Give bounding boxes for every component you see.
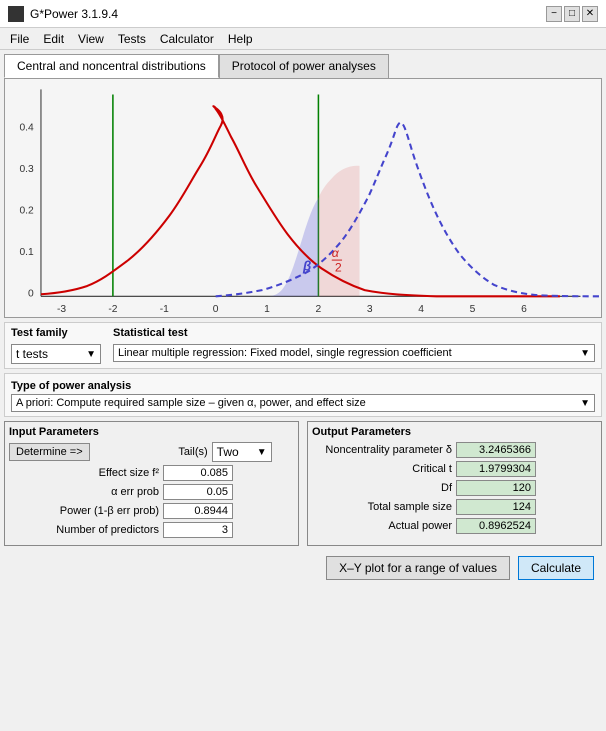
svg-text:-2: -2 [108,304,117,315]
svg-text:5: 5 [470,304,476,315]
power-label: Power (1-β err prob) [49,505,159,517]
menu-file[interactable]: File [4,30,35,48]
svg-text:α: α [332,246,340,260]
predictors-row: Number of predictors 3 [9,522,294,538]
distribution-chart: 0 0.1 0.2 0.3 0.4 -3 -2 -1 0 1 2 3 4 5 6 [5,79,601,317]
app-title: G*Power 3.1.9.4 [30,7,118,21]
svg-text:0: 0 [213,304,219,315]
alpha-err-row: α err prob 0.05 [9,484,294,500]
close-button[interactable]: ✕ [582,6,598,22]
input-params-title: Input Parameters [9,426,294,438]
df-label: Df [312,482,452,494]
tails-arrow-icon: ▼ [257,447,267,458]
tab-distributions[interactable]: Central and noncentral distributions [4,54,219,78]
total-sample-row: Total sample size 124 [312,499,597,515]
tails-dropdown[interactable]: Two ▼ [212,442,272,462]
critical-t-out-label: Critical t [312,463,452,475]
svg-text:1: 1 [264,304,270,315]
calculate-button[interactable]: Calculate [518,556,594,580]
test-selection-section: Test family t tests ▼ Statistical test L… [4,322,602,369]
svg-text:0.1: 0.1 [19,247,34,258]
total-sample-label: Total sample size [312,501,452,513]
svg-text:2: 2 [335,260,342,274]
df-value: 120 [456,480,536,496]
svg-text:0.3: 0.3 [19,164,34,175]
menu-tests[interactable]: Tests [112,30,152,48]
svg-text:2: 2 [316,304,322,315]
test-family-label: Test family [11,327,101,339]
tab-protocol[interactable]: Protocol of power analyses [219,54,389,78]
actual-power-label: Actual power [312,520,452,532]
test-family-dropdown[interactable]: t tests ▼ [11,344,101,364]
df-row: Df 120 [312,480,597,496]
main-content: Central and noncentral distributions Pro… [0,50,606,590]
power-analysis-section: Type of power analysis A priori: Compute… [4,373,602,417]
chart-area: critical t = 1.97993 0 0.1 0.2 0.3 0.4 -… [4,78,602,318]
effect-size-label: Effect size f² [49,467,159,479]
maximize-button[interactable]: □ [564,6,580,22]
predictors-label: Number of predictors [49,524,159,536]
svg-text:0.2: 0.2 [19,205,34,216]
effect-size-row: Effect size f² 0.085 [9,465,294,481]
noncentrality-value: 3.2465366 [456,442,536,458]
window-controls: − □ ✕ [546,6,598,22]
svg-text:β: β [302,258,311,273]
parameters-section: Input Parameters Determine => Tail(s) Tw… [4,421,602,546]
input-parameters-panel: Input Parameters Determine => Tail(s) Tw… [4,421,299,546]
critical-t-out-value: 1.9799304 [456,461,536,477]
svg-text:-3: -3 [57,304,66,315]
svg-text:0.4: 0.4 [19,123,34,134]
svg-text:0: 0 [28,288,34,299]
statistical-test-label: Statistical test [113,327,595,339]
actual-power-value: 0.8962524 [456,518,536,534]
noncentrality-label: Noncentrality parameter δ [312,444,452,456]
alpha-err-label: α err prob [49,486,159,498]
svg-text:6: 6 [521,304,527,315]
tails-label: Tail(s) [98,446,208,458]
actual-power-row: Actual power 0.8962524 [312,518,597,534]
xy-plot-button[interactable]: X–Y plot for a range of values [326,556,510,580]
stat-test-arrow-icon: ▼ [580,348,590,359]
power-analysis-dropdown[interactable]: A priori: Compute required sample size –… [11,394,595,412]
tabs-row: Central and noncentral distributions Pro… [4,54,602,78]
determine-button[interactable]: Determine => [9,443,94,461]
power-row: Power (1-β err prob) 0.8944 [9,503,294,519]
svg-text:4: 4 [418,304,424,315]
power-input[interactable]: 0.8944 [163,503,233,519]
power-type-arrow-icon: ▼ [580,398,590,409]
app-icon [8,6,24,22]
output-params-title: Output Parameters [312,426,597,438]
menu-help[interactable]: Help [222,30,259,48]
svg-text:3: 3 [367,304,373,315]
total-sample-value: 124 [456,499,536,515]
minimize-button[interactable]: − [546,6,562,22]
output-parameters-panel: Output Parameters Noncentrality paramete… [307,421,602,546]
predictors-input[interactable]: 3 [163,522,233,538]
menu-bar: File Edit View Tests Calculator Help [0,28,606,50]
menu-calculator[interactable]: Calculator [154,30,220,48]
power-analysis-label: Type of power analysis [11,380,131,392]
statistical-test-dropdown[interactable]: Linear multiple regression: Fixed model,… [113,344,595,362]
menu-edit[interactable]: Edit [37,30,70,48]
test-family-arrow-icon: ▼ [86,349,96,360]
alpha-err-input[interactable]: 0.05 [163,484,233,500]
bottom-bar: X–Y plot for a range of values Calculate [4,550,602,586]
critical-t-row: Critical t 1.9799304 [312,461,597,477]
menu-view[interactable]: View [72,30,110,48]
noncentrality-row: Noncentrality parameter δ 3.2465366 [312,442,597,458]
svg-text:-1: -1 [160,304,169,315]
tails-row: Determine => Tail(s) Two ▼ [9,442,294,462]
title-bar: G*Power 3.1.9.4 − □ ✕ [0,0,606,28]
effect-size-input[interactable]: 0.085 [163,465,233,481]
